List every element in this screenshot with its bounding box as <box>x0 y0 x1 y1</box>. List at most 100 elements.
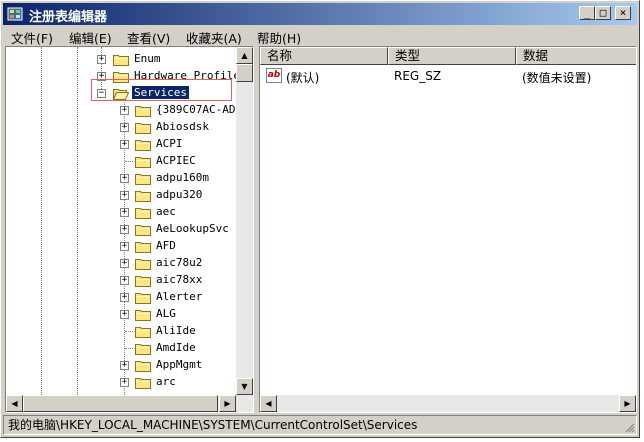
tree-expander-icon[interactable]: + <box>120 225 129 234</box>
tree-expander-icon[interactable]: + <box>120 106 129 115</box>
tree-item-service-key[interactable]: AliIde <box>6 323 236 340</box>
tree-item-service-key[interactable]: AmdIde <box>6 340 236 357</box>
tree-key-label[interactable]: adpu160m <box>154 171 211 184</box>
registry-values-pane[interactable]: 名称 类型 数据 ab (默认) REG_SZ (数值未设置) ◀ ▶ <box>259 46 637 413</box>
tree-key-label[interactable]: Services <box>131 85 190 100</box>
tree-item-service-key[interactable]: + adpu320 <box>6 187 236 204</box>
tree-item-service-key[interactable]: ACPIEC <box>6 153 236 170</box>
maximize-button[interactable]: □ <box>595 6 611 20</box>
tree-key-label[interactable]: arc <box>154 375 178 388</box>
value-row-default[interactable]: ab (默认) REG_SZ (数值未设置) <box>260 67 636 85</box>
tree-item-service-key[interactable]: + aec <box>6 204 236 221</box>
tree-key-label[interactable]: aic78xx <box>154 273 204 286</box>
tree-expander-icon[interactable]: + <box>120 276 129 285</box>
tree-expander-icon[interactable]: + <box>120 310 129 319</box>
tree-item-service-key[interactable]: + AppMgmt <box>6 357 236 374</box>
menu-bar: 文件(F) 编辑(E) 查看(V) 收藏夹(A) 帮助(H) <box>3 26 637 46</box>
tree-key-label[interactable]: aic78u2 <box>154 256 204 269</box>
tree-expander-icon[interactable]: + <box>120 123 129 132</box>
folder-icon <box>135 206 151 219</box>
tree-item-service-key[interactable]: + AFD <box>6 238 236 255</box>
tree-item-service-key[interactable]: + aic78xx <box>6 272 236 289</box>
folder-icon <box>135 257 151 270</box>
tree-expander-icon[interactable]: + <box>120 259 129 268</box>
tree-key-label[interactable]: AeLookupSvc <box>154 222 231 235</box>
folder-icon <box>135 172 151 185</box>
menu-file[interactable]: 文件(F) <box>11 28 53 47</box>
tree-item-services[interactable]: − Services <box>6 85 236 102</box>
tree-item-service-key[interactable]: + ALG <box>6 306 236 323</box>
value-data: (数值未设置) <box>522 71 592 85</box>
tree-expander-icon[interactable]: + <box>97 72 106 81</box>
tree-expander-icon[interactable]: + <box>120 174 129 183</box>
tree-key-label[interactable]: AmdIde <box>154 341 198 354</box>
folder-icon <box>135 359 151 372</box>
folder-icon <box>135 240 151 253</box>
scroll-down-arrow-icon[interactable]: ▼ <box>236 378 253 395</box>
tree-key-label[interactable]: {389C07AC-AD2 <box>154 103 244 116</box>
column-header-name[interactable]: 名称 <box>260 47 388 65</box>
folder-icon <box>135 104 151 117</box>
tree-item-service-key[interactable]: + adpu160m <box>6 170 236 187</box>
folder-icon <box>135 308 151 321</box>
tree-branch-line <box>125 348 133 349</box>
tree-vertical-scrollbar[interactable]: ▲ ▼ <box>236 47 253 395</box>
tree-key-label[interactable]: Abiosdsk <box>154 120 211 133</box>
horizontal-scroll-thumb[interactable] <box>23 395 218 412</box>
tree-key-label[interactable]: ACPIEC <box>154 154 198 167</box>
folder-icon <box>135 138 151 151</box>
tree-item-service-key[interactable]: + Alerter <box>6 289 236 306</box>
tree-expander-icon[interactable]: + <box>120 378 129 387</box>
value-type: REG_SZ <box>394 69 442 83</box>
tree-expander-icon[interactable]: + <box>120 140 129 149</box>
scroll-thumb[interactable] <box>236 64 253 82</box>
menu-help[interactable]: 帮助(H) <box>257 28 301 47</box>
menu-view[interactable]: 查看(V) <box>127 28 170 47</box>
tree-key-label[interactable]: aec <box>154 205 178 218</box>
tree-expander-icon[interactable]: + <box>97 55 106 64</box>
tree-key-label[interactable]: AliIde <box>154 324 198 337</box>
tree-item-parent[interactable]: + Enum <box>6 51 236 68</box>
tree-key-label[interactable]: Enum <box>132 52 163 65</box>
registry-tree-pane[interactable]: + Enum + Hardware Profile − Services + {389C07A… <box>5 46 254 413</box>
tree-key-label[interactable]: ALG <box>154 307 178 320</box>
column-header-data[interactable]: 数据 <box>516 47 636 65</box>
tree-expander-icon[interactable]: − <box>97 89 106 98</box>
menu-edit[interactable]: 编辑(E) <box>69 28 112 47</box>
folder-open-icon <box>112 87 130 100</box>
tree-key-label[interactable]: Alerter <box>154 290 204 303</box>
tree-expander-icon[interactable]: + <box>120 361 129 370</box>
tree-expander-icon[interactable]: + <box>120 293 129 302</box>
tree-item-service-key[interactable]: + ACPI <box>6 136 236 153</box>
tree-horizontal-scrollbar[interactable]: ◀ ▶ <box>6 395 253 412</box>
resize-grip-icon[interactable] <box>623 421 635 433</box>
string-value-icon: ab <box>266 68 282 83</box>
scroll-up-arrow-icon[interactable]: ▲ <box>236 47 253 64</box>
folder-icon <box>135 121 151 134</box>
tree-item-service-key[interactable]: + AeLookupSvc <box>6 221 236 238</box>
tree-item-service-key[interactable]: + aic78u2 <box>6 255 236 272</box>
tree-item-service-key[interactable]: + Abiosdsk <box>6 119 236 136</box>
minimize-button[interactable]: _ <box>579 6 595 20</box>
tree-key-label[interactable]: AppMgmt <box>154 358 204 371</box>
tree-expander-icon[interactable]: + <box>120 242 129 251</box>
title-bar[interactable]: 注册表编辑器 _ □ × <box>3 3 637 25</box>
tree-key-label[interactable]: adpu320 <box>154 188 204 201</box>
scroll-right-arrow-icon[interactable]: ▶ <box>619 395 636 412</box>
scroll-left-arrow-icon[interactable]: ◀ <box>6 395 23 412</box>
close-button[interactable]: × <box>615 6 631 20</box>
tree-item-service-key[interactable]: + {389C07AC-AD2 <box>6 102 242 119</box>
tree-key-label[interactable]: AFD <box>154 239 178 252</box>
scroll-left-arrow-icon[interactable]: ◀ <box>260 395 277 412</box>
tree-key-label[interactable]: Hardware Profile <box>132 69 242 82</box>
tree-branch-line <box>125 331 133 332</box>
column-header-type[interactable]: 类型 <box>388 47 516 65</box>
tree-item-service-key[interactable]: + arc <box>6 374 236 391</box>
tree-expander-icon[interactable]: + <box>120 191 129 200</box>
scroll-right-arrow-icon[interactable]: ▶ <box>219 395 236 412</box>
values-horizontal-scrollbar[interactable]: ◀ ▶ <box>260 395 636 412</box>
menu-favorites[interactable]: 收藏夹(A) <box>186 28 242 47</box>
tree-item-parent[interactable]: + Hardware Profile <box>6 68 240 85</box>
tree-expander-icon[interactable]: + <box>120 208 129 217</box>
tree-key-label[interactable]: ACPI <box>154 137 185 150</box>
